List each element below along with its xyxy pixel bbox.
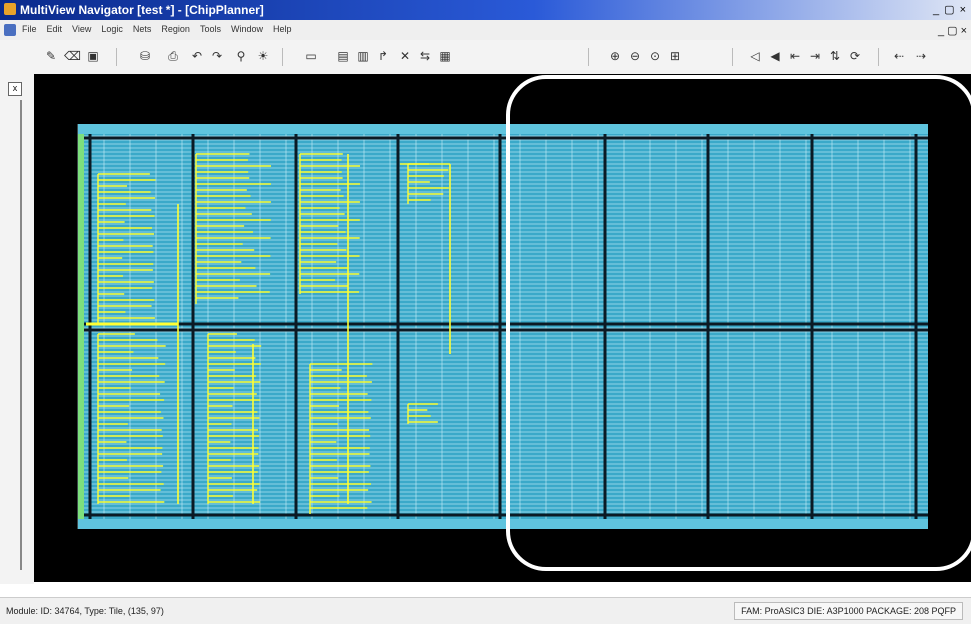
menu-logic[interactable]: Logic — [101, 24, 123, 34]
bulb-icon[interactable]: ☀ — [256, 49, 270, 63]
zoom-out-icon[interactable]: ⊖ — [628, 49, 642, 63]
status-device-info: FAM: ProASIC3 DIE: A3P1000 PACKAGE: 208 … — [734, 602, 963, 620]
io-strip-left — [78, 134, 84, 519]
cross-icon[interactable]: ✕ — [398, 49, 412, 63]
menu-help[interactable]: Help — [273, 24, 292, 34]
net-icon[interactable]: ⇆ — [418, 49, 432, 63]
print-icon[interactable]: ⎙ — [166, 49, 180, 63]
menu-region[interactable]: Region — [161, 24, 190, 34]
chip-planner-canvas[interactable] — [34, 74, 971, 582]
title-bar: MultiView Navigator [test *] - [ChipPlan… — [0, 0, 971, 20]
flip-icon[interactable]: ⇅ — [828, 49, 842, 63]
close-panel-button[interactable]: x — [8, 82, 22, 96]
left-panel: x — [0, 74, 34, 584]
layers-icon[interactable]: ▥ — [356, 49, 370, 63]
window-controls[interactable]: _ ▢ × — [933, 3, 967, 16]
arrow-left-icon[interactable]: ◁ — [748, 49, 762, 63]
redo-icon[interactable]: ↷ — [210, 49, 224, 63]
menu-items: File Edit View Logic Nets Region Tools W… — [22, 24, 292, 34]
save-icon[interactable]: ▣ — [86, 49, 100, 63]
route-icon[interactable]: ↱ — [376, 49, 390, 63]
arrow-left2-icon[interactable]: ◀ — [768, 49, 782, 63]
menu-tools[interactable]: Tools — [200, 24, 221, 34]
menu-nets[interactable]: Nets — [133, 24, 152, 34]
step-back-icon[interactable]: ⇠ — [892, 49, 906, 63]
grid-icon[interactable]: ▦ — [438, 49, 452, 63]
status-module-info: Module: ID: 34764, Type: Tile, (135, 97) — [6, 606, 164, 616]
menu-file[interactable]: File — [22, 24, 37, 34]
zoom-fit-icon[interactable]: ⊙ — [648, 49, 662, 63]
region-icon[interactable]: ▤ — [336, 49, 350, 63]
step-forward-icon[interactable]: ⇢ — [914, 49, 928, 63]
binoculars-icon[interactable]: ⚲ — [234, 49, 248, 63]
panel-splitter[interactable] — [20, 100, 22, 570]
menu-window[interactable]: Window — [231, 24, 263, 34]
undo-icon[interactable]: ↶ — [190, 49, 204, 63]
window-title: MultiView Navigator [test *] - [ChipPlan… — [20, 3, 264, 17]
menu-view[interactable]: View — [72, 24, 91, 34]
status-bar: Module: ID: 34764, Type: Tile, (135, 97)… — [0, 597, 971, 624]
database-icon[interactable]: ⛁ — [138, 49, 152, 63]
toolbar: ✎ ⌫ ▣ ⛁ ⎙ ↶ ↷ ⚲ ☀ ▭ ▤ ▥ ↱ ✕ ⇆ ▦ ⊕ ⊖ ⊙ ⊞ … — [0, 40, 971, 75]
zoom-in-icon[interactable]: ⊕ — [608, 49, 622, 63]
document-icon[interactable] — [4, 24, 16, 36]
menu-bar: File Edit View Logic Nets Region Tools W… — [0, 20, 971, 40]
io-strip-top — [78, 124, 928, 134]
chip-floorplan[interactable] — [34, 74, 971, 582]
align-left-icon[interactable]: ⇤ — [788, 49, 802, 63]
menu-edit[interactable]: Edit — [47, 24, 63, 34]
mdi-window-controls[interactable]: _ ▢ × — [938, 24, 967, 37]
app-icon — [4, 3, 16, 15]
eraser-icon[interactable]: ⌫ — [64, 49, 81, 63]
align-right-icon[interactable]: ⇥ — [808, 49, 822, 63]
zoom-area-icon[interactable]: ⊞ — [668, 49, 682, 63]
folder-icon[interactable]: ▭ — [304, 49, 318, 63]
rotate-icon[interactable]: ⟳ — [848, 49, 862, 63]
pencil-icon[interactable]: ✎ — [44, 49, 58, 63]
io-strip-bottom — [78, 519, 928, 529]
